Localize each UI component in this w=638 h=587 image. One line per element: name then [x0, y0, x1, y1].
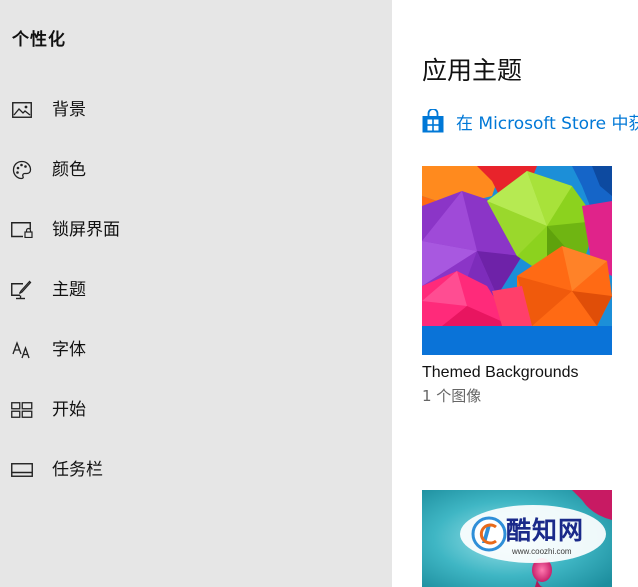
font-icon — [11, 339, 33, 361]
sidebar-item-lock-screen[interactable]: 锁屏界面 — [0, 208, 392, 252]
microsoft-store-link[interactable]: 在 Microsoft Store 中获 — [422, 108, 638, 134]
theme-image-count: 1 个图像 — [422, 387, 482, 405]
sidebar-item-fonts[interactable]: 字体 — [0, 328, 392, 372]
main-content: 应用主题 在 Microsoft Store 中获 Themed Backgro… — [392, 0, 638, 587]
sidebar-item-themes[interactable]: 主题 — [0, 268, 392, 312]
palette-icon — [11, 159, 33, 181]
sidebar-item-label: 颜色 — [52, 160, 86, 180]
theme-brush-icon — [11, 279, 33, 301]
sidebar-item-label: 锁屏界面 — [52, 220, 120, 240]
store-link-text: 在 Microsoft Store 中获 — [456, 113, 638, 134]
sidebar-item-label: 任务栏 — [52, 460, 103, 480]
sidebar-item-label: 背景 — [52, 100, 86, 120]
theme-thumbnail-umbrellas — [422, 166, 612, 326]
picture-icon — [11, 99, 33, 121]
theme-card-themed-backgrounds[interactable]: Themed Backgrounds 1 个图像 — [422, 166, 612, 406]
taskbar-icon — [11, 459, 33, 481]
sidebar-item-background[interactable]: 背景 — [0, 88, 392, 132]
theme-name: Themed Backgrounds — [422, 364, 579, 381]
sidebar-item-label: 开始 — [52, 400, 86, 420]
page-title: 应用主题 — [422, 56, 523, 85]
sidebar-item-label: 主题 — [52, 280, 86, 300]
watermark-logo: 酷知网 www.coozhi.com — [458, 503, 608, 565]
sidebar-item-start[interactable]: 开始 — [0, 388, 392, 432]
lock-screen-icon — [11, 219, 33, 241]
watermark-text: 酷知网 — [506, 516, 585, 545]
theme-accent-bar — [422, 326, 612, 355]
sidebar-title: 个性化 — [12, 30, 66, 50]
watermark-url: www.coozhi.com — [512, 547, 572, 556]
sidebar-item-colors[interactable]: 颜色 — [0, 148, 392, 192]
theme-card-2[interactable]: 酷知网 www.coozhi.com — [422, 490, 612, 587]
start-tiles-icon — [11, 399, 33, 421]
store-bag-icon — [422, 109, 444, 133]
sidebar-item-label: 字体 — [52, 340, 86, 360]
sidebar: 个性化 背景 颜色 锁屏界面 主题 字体 开始 任务栏 — [0, 0, 392, 587]
sidebar-item-taskbar[interactable]: 任务栏 — [0, 448, 392, 492]
